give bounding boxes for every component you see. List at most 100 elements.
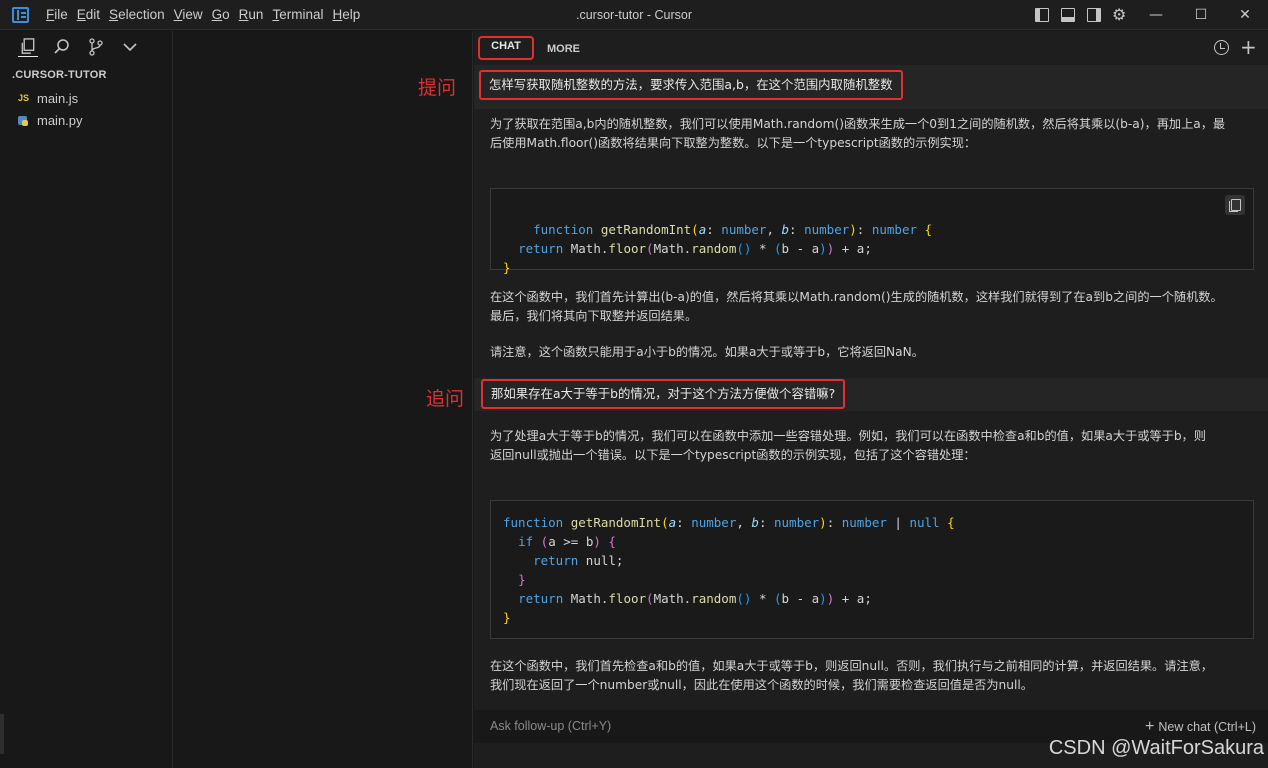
sidebar-scrollbar[interactable]: [0, 714, 4, 754]
history-icon[interactable]: [1214, 40, 1229, 55]
menu-view[interactable]: View: [174, 0, 209, 30]
user-question: 怎样写获取随机整数的方法，要求传入范围a,b，在这个范围内取随机整数: [479, 70, 903, 100]
answer-paragraph: 为了处理a大于等于b的情况，我们可以在函数中添加一些容错处理。例如，我们可以在函…: [490, 427, 1256, 465]
code-block: function getRandomInt(a: number, b: numb…: [490, 188, 1254, 275]
file-main-js[interactable]: JS main.js: [18, 87, 78, 109]
code-token: return: [518, 241, 564, 256]
answer-line: 为了处理a大于等于b的情况，我们可以在函数中添加一些容错处理。例如，我们可以在函…: [490, 429, 1206, 443]
user-question-row: 怎样写获取随机整数的方法，要求传入范围a,b，在这个范围内取随机整数: [474, 65, 1268, 109]
menu-edit[interactable]: Edit: [77, 0, 106, 30]
code-token: *: [751, 591, 774, 606]
answer-line: 在这个函数中，我们首先检查a和b的值，如果a大于或等于b，则返回null。否则，…: [490, 659, 1213, 673]
code-block: function getRandomInt(a: number, b: numb…: [490, 500, 1254, 639]
code-token: Math.: [570, 591, 609, 606]
code-token: b: [781, 222, 790, 237]
menu-selection[interactable]: Selection: [109, 0, 171, 30]
settings-gear-icon[interactable]: ⚙: [1112, 6, 1126, 24]
plus-icon: +: [1145, 718, 1155, 735]
code-token: b - a: [781, 241, 820, 256]
code-token: floor: [608, 591, 647, 606]
code-token: number: [804, 222, 850, 237]
javascript-file-icon: JS: [18, 93, 30, 103]
code-token: number: [774, 515, 820, 530]
watermark: CSDN @WaitForSakura: [1048, 737, 1264, 759]
answer-line: 最后，我们将其向下取整并返回结果。: [490, 309, 698, 323]
menu-terminal[interactable]: Terminal: [272, 0, 329, 30]
answer-note: 请注意，这个函数只能用于a小于b的情况。如果a大于或等于b，它将返回NaN。: [490, 345, 924, 359]
editor-area: 提问 追问: [174, 31, 473, 768]
menu-help[interactable]: Help: [332, 0, 366, 30]
followup-input[interactable]: [490, 710, 890, 743]
new-chat-label: New chat (Ctrl+L): [1158, 720, 1256, 734]
code-token: number: [691, 515, 737, 530]
code-token: number: [841, 515, 887, 530]
toggle-secondary-sidebar-icon[interactable]: [1087, 8, 1101, 22]
code-token: + a;: [834, 591, 872, 606]
code-token: getRandomInt: [600, 222, 692, 237]
menu-go[interactable]: Go: [212, 0, 236, 30]
code-token: return: [533, 553, 579, 568]
menu-file[interactable]: File: [46, 0, 74, 30]
source-control-icon[interactable]: [86, 37, 106, 57]
tab-chat[interactable]: CHAT: [478, 36, 534, 60]
answer-paragraph: 为了获取在范围a,b内的随机整数，我们可以使用Math.random()函数来生…: [490, 115, 1256, 153]
code-token: b: [751, 515, 759, 530]
menu-bar: File Edit Selection View Go Run Terminal…: [46, 0, 369, 30]
cursor-app-icon: [12, 7, 29, 23]
new-chat-plus-icon[interactable]: +: [1240, 35, 1257, 59]
answer-line: 我们现在返回了一个number或null，因此在使用这个函数的时候，我们需要检查…: [490, 678, 1033, 692]
sidebar-toolbar: [18, 31, 140, 63]
explorer-icon[interactable]: [18, 37, 38, 57]
code-token: a >= b: [548, 534, 594, 549]
code-token: random: [691, 591, 737, 606]
answer-line: 后使用Math.floor()函数将结果向下取整为整数。以下是一个typescr…: [490, 136, 977, 150]
code-token: Math.: [653, 241, 692, 256]
code-token: a: [698, 222, 707, 237]
python-file-icon: [18, 113, 37, 128]
answer-paragraph: 在这个函数中，我们首先计算出(b-a)的值，然后将其乘以Math.random(…: [490, 288, 1256, 326]
code-token: random: [691, 241, 737, 256]
code-token: function: [533, 222, 594, 237]
explorer-sidebar: .CURSOR-TUTOR JS main.js main.py: [0, 31, 173, 768]
copy-icon[interactable]: [1225, 195, 1245, 215]
chat-tab-bar: CHAT MORE +: [474, 31, 1268, 65]
answer-line: 在这个函数中，我们首先计算出(b-a)的值，然后将其乘以Math.random(…: [490, 290, 1223, 304]
code-token: getRandomInt: [570, 515, 662, 530]
code-token: function: [503, 515, 564, 530]
user-followup-question: 那如果存在a大于等于b的情况，对于这个方法方便做个容错嘛?: [481, 379, 846, 409]
user-question-row: 那如果存在a大于等于b的情况，对于这个方法方便做个容错嘛?: [474, 378, 1268, 411]
file-name: main.js: [37, 90, 79, 106]
answer-line: 为了获取在范围a,b内的随机整数，我们可以使用Math.random()函数来生…: [490, 117, 1226, 131]
answer-paragraph: 在这个函数中，我们首先检查a和b的值，如果a大于或等于b，则返回null。否则，…: [490, 657, 1256, 695]
code-token: a: [668, 515, 677, 530]
annotation-followup: 追问: [426, 388, 465, 410]
code-token: + a;: [834, 241, 872, 256]
code-token: return: [518, 591, 564, 606]
code-token: number: [871, 222, 918, 237]
toggle-panel-icon[interactable]: [1061, 8, 1075, 22]
chevron-down-icon[interactable]: [120, 37, 140, 57]
explorer-folder-header[interactable]: .CURSOR-TUTOR: [12, 69, 107, 81]
code-token: Math.: [653, 591, 692, 606]
toggle-primary-sidebar-icon[interactable]: [1035, 8, 1049, 22]
file-name: main.py: [37, 112, 83, 128]
chat-panel: CHAT MORE + 怎样写获取随机整数的方法，要求传入范围a,b，在这个范围…: [474, 31, 1268, 768]
code-token: null: [909, 515, 940, 530]
title-bar: File Edit Selection View Go Run Terminal…: [0, 0, 1268, 30]
code-token: b - a: [781, 591, 820, 606]
code-token: floor: [608, 241, 647, 256]
code-token: if: [518, 534, 534, 549]
code-token: Math.: [570, 241, 609, 256]
maximize-button[interactable]: ☐: [1178, 0, 1224, 30]
answer-line: 返回null或抛出一个错误。以下是一个typescript函数的示例实现，包括了…: [490, 448, 976, 462]
code-token: null;: [585, 553, 624, 568]
search-icon[interactable]: [52, 37, 72, 57]
code-token: *: [751, 241, 774, 256]
code-token: number: [721, 222, 767, 237]
minimize-button[interactable]: —: [1133, 0, 1179, 30]
annotation-question: 提问: [418, 77, 457, 99]
tab-more[interactable]: MORE: [547, 39, 580, 59]
file-main-py[interactable]: main.py: [18, 109, 83, 131]
menu-run[interactable]: Run: [239, 0, 270, 30]
close-button[interactable]: ✕: [1222, 0, 1268, 30]
